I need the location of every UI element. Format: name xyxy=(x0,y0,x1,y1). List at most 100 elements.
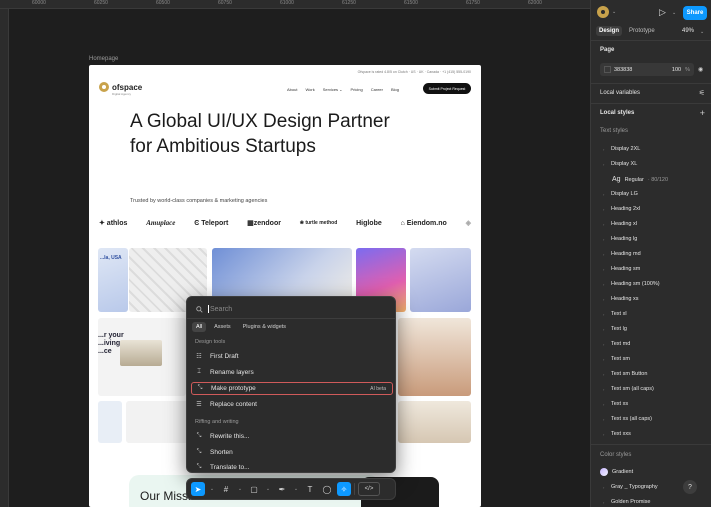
chevron-right-icon[interactable]: › xyxy=(603,252,607,257)
action-rename-layers[interactable]: ⌶ Rename layers xyxy=(191,366,393,379)
page-color-field[interactable]: 383838 100 % xyxy=(600,63,694,76)
color-style-gradient[interactable]: Gradient xyxy=(600,468,633,476)
text-style-item[interactable]: › Text sm (all caps) xyxy=(603,386,654,392)
chevron-down-icon[interactable]: ⌄ xyxy=(264,482,272,496)
move-tool-icon[interactable]: ➤ xyxy=(191,482,205,496)
text-style-item[interactable]: › Text sm xyxy=(603,356,630,362)
text-style-item[interactable]: › Text xs xyxy=(603,401,628,407)
chevron-right-icon[interactable]: › xyxy=(603,207,607,212)
actions-tool-icon[interactable]: ✧ xyxy=(337,482,351,496)
action-translate[interactable]: ⤡ Translate to... xyxy=(191,462,393,472)
frame-label[interactable]: Homepage xyxy=(89,56,118,62)
frame-tool-icon[interactable]: # xyxy=(219,482,233,496)
dev-mode-toggle[interactable]: </> xyxy=(358,482,380,496)
eye-icon[interactable]: ◉ xyxy=(698,66,703,73)
text-style-item[interactable]: › Text xxs xyxy=(603,431,631,437)
text-style-item[interactable]: › Text md xyxy=(603,341,630,347)
text-style-item[interactable]: › Heading sm xyxy=(603,266,640,272)
text-style-label: Text md xyxy=(611,341,631,347)
chevron-down-icon[interactable]: ⌄ xyxy=(236,482,244,496)
text-style-item[interactable]: › Text lg xyxy=(603,326,627,332)
quick-actions-search[interactable]: Search xyxy=(193,301,391,317)
chevron-down-icon[interactable]: ⌄ xyxy=(612,9,616,15)
text-style-item[interactable]: › Heading sm (100%) xyxy=(603,281,660,287)
user-menu[interactable]: ⌄ xyxy=(597,6,616,18)
chevron-right-icon[interactable]: › xyxy=(603,485,607,490)
page-color-hex[interactable]: 383838 xyxy=(614,67,672,73)
help-button[interactable]: ? xyxy=(683,480,697,494)
tab-prototype[interactable]: Prototype xyxy=(626,26,658,36)
chevron-down-icon[interactable]: ⌄ xyxy=(700,29,704,35)
color-swatch[interactable] xyxy=(604,66,611,73)
text-style-label: Heading lg xyxy=(611,236,638,242)
pen-tool-icon[interactable]: ✒ xyxy=(275,482,289,496)
ruler-label: 60750 xyxy=(218,0,232,6)
chevron-right-icon[interactable]: › xyxy=(603,402,607,407)
rectangle-tool-icon[interactable]: ▢ xyxy=(247,482,261,496)
tab-all[interactable]: All xyxy=(192,322,207,332)
action-rewrite[interactable]: ⤡ Rewrite this... xyxy=(191,430,393,443)
present-play-icon[interactable]: ▷ xyxy=(659,7,666,18)
text-style-item[interactable]: › Text sm Button xyxy=(603,371,647,377)
client-logo: Amuplace xyxy=(146,219,176,227)
tab-plugins[interactable]: Plugins & widgets xyxy=(239,322,290,332)
text-style-item[interactable]: › Heading xs xyxy=(603,296,639,302)
chevron-right-icon[interactable]: › xyxy=(603,387,607,392)
text-style-variant[interactable]: Ag Regular · 80/120 xyxy=(612,176,668,183)
work-tile xyxy=(410,248,471,312)
canvas[interactable]: 60000 60250 60500 60750 61000 61250 61500 61750… xyxy=(0,0,590,507)
search-input[interactable]: Search xyxy=(210,306,232,313)
local-variables[interactable]: Local variables xyxy=(600,90,640,96)
text-style-item[interactable]: › Heading md xyxy=(603,251,641,257)
chevron-right-icon[interactable]: › xyxy=(603,372,607,377)
trusted-text: Trusted by world-class companies & marke… xyxy=(130,198,268,204)
color-style-golden[interactable]: › Golden Promise xyxy=(603,499,650,505)
chevron-right-icon[interactable]: › xyxy=(603,162,607,167)
comment-tool-icon[interactable]: ◯ xyxy=(320,482,334,496)
text-style-item[interactable]: › Text xs (all caps) xyxy=(603,416,652,422)
chevron-right-icon[interactable]: › xyxy=(603,357,607,362)
avatar[interactable] xyxy=(597,6,609,18)
chevron-right-icon[interactable]: › xyxy=(603,500,607,505)
tab-design[interactable]: Design xyxy=(596,26,623,36)
chevron-down-icon[interactable]: ⌄ xyxy=(292,482,300,496)
color-style-gray[interactable]: › Gray _ Typography xyxy=(603,484,658,490)
panel-tabs: Design Prototype xyxy=(596,26,658,36)
chevron-right-icon[interactable]: › xyxy=(603,417,607,422)
chevron-right-icon[interactable]: › xyxy=(603,432,607,437)
action-make-prototype[interactable]: ⤡ Make prototype AI beta xyxy=(191,382,393,395)
text-style-item[interactable]: › Heading lg xyxy=(603,236,637,242)
chevron-right-icon[interactable]: › xyxy=(603,342,607,347)
text-style-item[interactable]: › Heading xl xyxy=(603,221,637,227)
zoom-level[interactable]: 49% xyxy=(682,28,694,34)
tab-assets[interactable]: Assets xyxy=(210,322,235,332)
page-color-opacity[interactable]: 100 xyxy=(672,67,681,73)
chevron-down-icon[interactable]: ⌄ xyxy=(208,482,216,496)
client-logo: ▦zendoor xyxy=(247,220,281,227)
chevron-right-icon[interactable]: › xyxy=(603,312,607,317)
chevron-right-icon[interactable]: › xyxy=(603,267,607,272)
chevron-down-icon[interactable]: ⌄ xyxy=(672,10,676,16)
text-tool-icon[interactable]: T xyxy=(303,482,317,496)
chevron-right-icon[interactable]: › xyxy=(603,237,607,242)
color-style-label: Gray _ Typography xyxy=(611,484,658,490)
share-button[interactable]: Share xyxy=(683,6,707,20)
text-style-item[interactable]: › Heading 2xl xyxy=(603,206,640,212)
action-shorten[interactable]: ⤡ Shorten xyxy=(191,446,393,459)
text-style-item[interactable]: › Display XL xyxy=(603,161,637,167)
text-style-label: Heading sm (100%) xyxy=(611,281,660,287)
add-style-icon[interactable]: + xyxy=(700,108,705,118)
text-style-item[interactable]: › Text xl xyxy=(603,311,627,317)
chevron-right-icon[interactable]: › xyxy=(603,297,607,302)
site-nav-item: About xyxy=(287,87,298,92)
text-style-item[interactable]: › Display LG xyxy=(603,191,638,197)
chevron-right-icon[interactable]: › xyxy=(603,192,607,197)
sliders-icon[interactable]: ⚟ xyxy=(699,89,705,97)
chevron-right-icon[interactable]: › xyxy=(603,282,607,287)
action-first-draft[interactable]: ☷ First Draft xyxy=(191,350,393,363)
chevron-right-icon[interactable]: › xyxy=(603,327,607,332)
chevron-right-icon[interactable]: › xyxy=(603,222,607,227)
text-style-item[interactable]: › Display 2XL xyxy=(603,146,640,152)
chevron-right-icon[interactable]: › xyxy=(603,147,607,152)
action-replace-content[interactable]: ☰ Replace content xyxy=(191,398,393,411)
